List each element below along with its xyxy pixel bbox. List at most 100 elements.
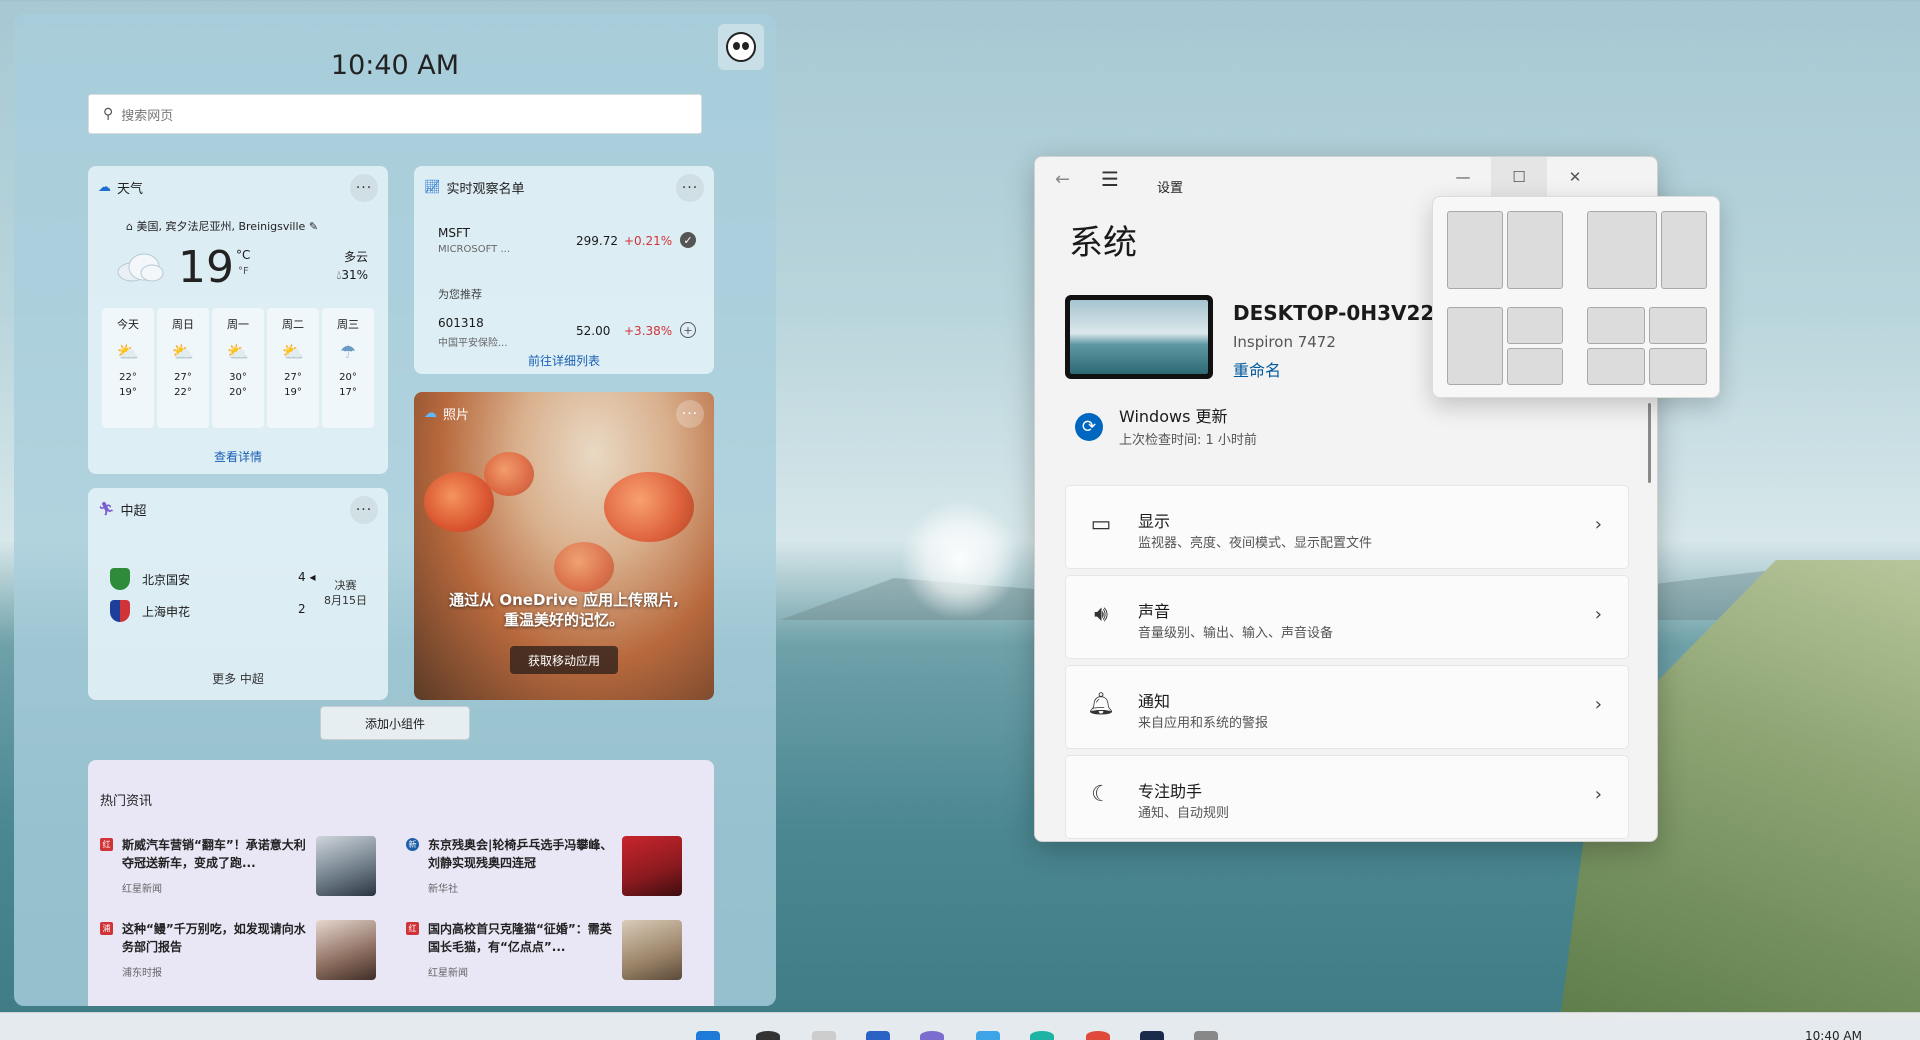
hamburger-menu-icon[interactable]: ☰: [1101, 167, 1119, 191]
team-row[interactable]: 上海申花: [110, 598, 190, 624]
news-source-icon: 新: [406, 838, 419, 851]
settings-gear-icon[interactable]: [1194, 1031, 1218, 1040]
snap-zone[interactable]: [1649, 348, 1707, 385]
snap-zone[interactable]: [1507, 211, 1563, 289]
weather-widget[interactable]: ☁ 天气 ··· ⌂ 美国, 宾夕法尼亚州, Breinigsville ✎ 1…: [88, 166, 388, 474]
weather-title: 天气: [117, 181, 144, 197]
settings-row-display[interactable]: ▭ 显示 监视器、亮度、夜间模式、显示配置文件 ›: [1065, 485, 1629, 569]
search-icon[interactable]: [756, 1031, 780, 1040]
minimize-button[interactable]: —: [1435, 157, 1491, 197]
forecast-low: 19°: [284, 387, 302, 398]
close-button[interactable]: ✕: [1547, 157, 1603, 197]
recommended-label: 为您推荐: [438, 288, 482, 301]
page-title: 系统: [1069, 223, 1137, 263]
photos-message-line1: 通过从 OneDrive 应用上传照片,: [449, 591, 679, 609]
windows-update-title[interactable]: Windows 更新: [1119, 403, 1228, 427]
row-title: 通知: [1138, 692, 1171, 711]
condition-text: 多云: [343, 250, 368, 264]
row-title: 声音: [1138, 602, 1171, 621]
news-item[interactable]: 红 国内高校首只克隆猫“征婚”：需英国长毛猫，有“亿点点”... 红星新闻: [406, 920, 702, 990]
forecast-list: 今天 ⛅ 22° 19° 周日 ⛅ 27° 22° 周一 ⛅ 30° 20° 周…: [102, 308, 374, 428]
web-search-input[interactable]: ⚲ 搜索网页: [88, 94, 702, 134]
rename-link[interactable]: 重命名: [1233, 357, 1281, 381]
add-icon[interactable]: +: [680, 322, 696, 338]
forecast-day-label: 今天: [117, 318, 139, 331]
photos-header: ☁ 照片: [424, 402, 704, 424]
row-subtitle: 监视器、亮度、夜间模式、显示配置文件: [1138, 536, 1373, 551]
news-item[interactable]: 新 东京残奥会|轮椅乒乓选手冯攀峰、刘静实现残奥四连冠 新华社: [406, 836, 702, 906]
team-row[interactable]: 北京国安: [110, 566, 190, 592]
snap-zone[interactable]: [1587, 307, 1645, 344]
forecast-day[interactable]: 周日 ⛅ 27° 22°: [157, 308, 209, 428]
chat-icon[interactable]: [920, 1031, 944, 1040]
snap-zone[interactable]: [1447, 211, 1503, 289]
moon-icon: ☾: [1091, 782, 1111, 807]
row-subtitle: 音量级别、输出、输入、声音设备: [1138, 626, 1334, 641]
watchlist-more-button[interactable]: ···: [676, 174, 704, 202]
stock-name: MICROSOFT ...: [438, 244, 510, 255]
stock-row[interactable]: MSFT MICROSOFT ... 299.72 +0.21% ✓: [438, 226, 700, 266]
watchlist-widget[interactable]: 📈︎ 实时观察名单 ··· MSFT MICROSOFT ... 299.72 …: [414, 166, 714, 374]
watchlist-title: 实时观察名单: [446, 181, 525, 197]
settings-row-notifications[interactable]: 🔔︎ 通知 来自应用和系统的警报 ›: [1065, 665, 1629, 749]
fahrenheit-toggle[interactable]: °F: [238, 266, 249, 277]
csl-more-link[interactable]: 更多 中超: [88, 670, 388, 687]
weather-more-button[interactable]: ···: [350, 174, 378, 202]
device-model: Inspiron 7472: [1233, 333, 1336, 351]
maximize-button[interactable]: ☐: [1491, 157, 1547, 197]
app-icon[interactable]: [1140, 1031, 1164, 1040]
back-arrow-icon[interactable]: ←: [1055, 169, 1070, 190]
forecast-day[interactable]: 周三 ☂ 20° 17°: [322, 308, 374, 428]
news-headline: 国内高校首只克隆猫“征婚”：需英国长毛猫，有“亿点点”...: [428, 922, 612, 954]
file-explorer-icon[interactable]: [976, 1031, 1000, 1040]
forecast-day[interactable]: 周一 ⛅ 30° 20°: [212, 308, 264, 428]
chevron-right-icon: ›: [1594, 514, 1602, 535]
forecast-day[interactable]: 今天 ⛅ 22° 19°: [102, 308, 154, 428]
precip-value: 31%: [341, 268, 368, 282]
add-widget-button[interactable]: 添加小组件: [320, 706, 470, 740]
snap-zone[interactable]: [1661, 211, 1707, 289]
store-icon[interactable]: [1086, 1031, 1110, 1040]
news-item[interactable]: 红 斯威汽车营销“翻车”！承诺意大利夺冠送新车，变成了跑... 红星新闻: [100, 836, 396, 906]
widgets-icon[interactable]: [866, 1031, 890, 1040]
scrollbar[interactable]: [1648, 403, 1651, 483]
forecast-day[interactable]: 周二 ⛅ 27° 19°: [267, 308, 319, 428]
bell-icon: 🔔︎: [1087, 692, 1115, 717]
news-source-icon: 红: [406, 922, 419, 935]
weather-location[interactable]: ⌂ 美国, 宾夕法尼亚州, Breinigsville ✎: [126, 218, 318, 234]
photos-more-button[interactable]: ···: [676, 400, 704, 428]
start-icon[interactable]: [696, 1031, 720, 1040]
taskbar-clock[interactable]: 10:40 AM: [1805, 1029, 1862, 1040]
edit-pencil-icon[interactable]: ✎: [309, 220, 318, 233]
watchlist-details-link[interactable]: 前往详细列表: [414, 352, 714, 369]
team-name: 上海申花: [142, 604, 191, 619]
photo-flower: [424, 472, 494, 532]
photos-widget[interactable]: ☁ 照片 ··· 通过从 OneDrive 应用上传照片, 重温美好的记忆。 获…: [414, 392, 714, 700]
check-icon[interactable]: ✓: [680, 232, 696, 248]
news-thumbnail: [316, 920, 376, 980]
snap-zone[interactable]: [1587, 348, 1645, 385]
news-item[interactable]: 浦 这种“鳗”千万别吃，如发现请向水务部门报告 浦东时报: [100, 920, 396, 990]
edge-icon[interactable]: [1030, 1031, 1054, 1040]
search-placeholder: 搜索网页: [121, 108, 174, 124]
weather-details-link[interactable]: 查看详情: [88, 448, 388, 465]
get-mobile-app-button[interactable]: 获取移动应用: [510, 646, 618, 674]
snap-zone[interactable]: [1507, 348, 1563, 385]
user-avatar[interactable]: [718, 24, 764, 70]
news-source: 浦东时报: [122, 968, 162, 979]
search-icon: ⚲: [103, 106, 114, 122]
snap-zone[interactable]: [1507, 307, 1563, 344]
settings-row-sound[interactable]: 🔊︎ 声音 音量级别、输出、输入、声音设备 ›: [1065, 575, 1629, 659]
snap-zone[interactable]: [1447, 307, 1503, 385]
celsius-toggle[interactable]: °C: [236, 248, 250, 262]
runner-icon: 🏃︎: [98, 501, 115, 517]
snap-zone[interactable]: [1649, 307, 1707, 344]
device-name: DESKTOP-0H3V22M: [1233, 301, 1455, 325]
snap-zone[interactable]: [1587, 211, 1657, 289]
settings-row-focus-assist[interactable]: ☾ 专注助手 通知、自动规则 ›: [1065, 755, 1629, 839]
stock-row[interactable]: 601318 中国平安保险... 52.00 +3.38% +: [438, 316, 700, 356]
news-source: 新华社: [428, 884, 458, 895]
task-view-icon[interactable]: [812, 1031, 836, 1040]
csl-widget[interactable]: 🏃︎ 中超 ··· 北京国安 4 ◂ 上海申花 2 决赛 8月15日 更多 中超: [88, 488, 388, 700]
csl-more-button[interactable]: ···: [350, 496, 378, 524]
